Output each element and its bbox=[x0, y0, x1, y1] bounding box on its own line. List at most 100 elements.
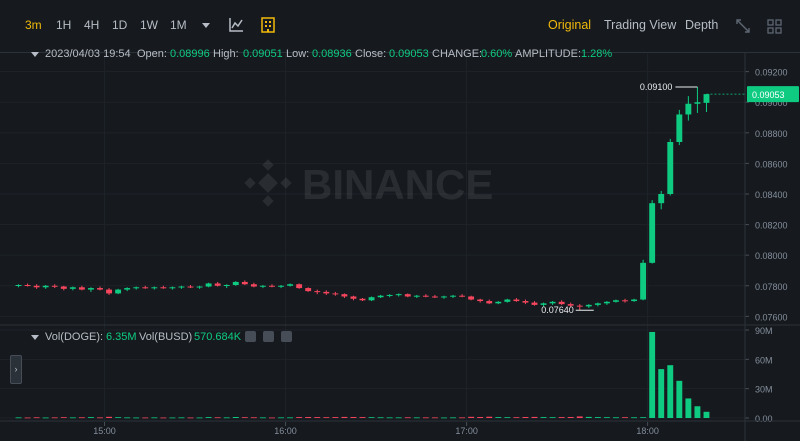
volume-bar bbox=[567, 417, 574, 418]
vol-busd-label: Vol(BUSD) bbox=[139, 331, 193, 343]
volume-bar bbox=[296, 417, 303, 418]
candle-body bbox=[115, 289, 122, 294]
collapse-info-icon[interactable] bbox=[31, 52, 39, 58]
price-axis-label: 0.07600 bbox=[755, 312, 788, 322]
time-axis-label: 15:00 bbox=[93, 426, 116, 436]
candle-body bbox=[459, 295, 466, 297]
volume-bar bbox=[33, 417, 40, 419]
volume-axis-label: 30M bbox=[755, 385, 773, 395]
volume-close-icon[interactable] bbox=[281, 331, 292, 342]
volume-bar bbox=[133, 417, 140, 419]
volume-bar bbox=[160, 417, 167, 419]
binance-logo-icon bbox=[244, 159, 292, 207]
low-label: Low: bbox=[286, 48, 310, 60]
volume-bar bbox=[97, 417, 103, 419]
price-axis-label: 0.07800 bbox=[755, 282, 788, 292]
collapse-volume-icon[interactable] bbox=[31, 335, 39, 341]
volume-bar bbox=[477, 417, 484, 418]
candle-body bbox=[413, 295, 420, 297]
volume-bar bbox=[413, 417, 420, 419]
volume-bar bbox=[151, 417, 158, 419]
volume-bar bbox=[124, 417, 131, 419]
candle-body bbox=[278, 285, 284, 287]
volume-bar bbox=[594, 417, 601, 418]
high-value: 0.09051 bbox=[243, 48, 283, 60]
candle-body bbox=[160, 287, 167, 289]
candle-body bbox=[142, 287, 149, 289]
volume-bar bbox=[459, 417, 466, 419]
volume-visibility-icon[interactable] bbox=[245, 331, 256, 342]
volume-bar bbox=[241, 417, 248, 419]
candle-body bbox=[640, 262, 647, 300]
volume-bar bbox=[142, 417, 149, 419]
chart-grid bbox=[0, 54, 745, 422]
volume-settings-icon[interactable] bbox=[263, 331, 274, 342]
change-value: 0.60% bbox=[481, 48, 513, 60]
volume-bar bbox=[223, 417, 230, 419]
price-axis-label: 0.08400 bbox=[755, 190, 788, 200]
candle-body bbox=[169, 287, 176, 289]
volume-bar bbox=[422, 417, 429, 419]
candle-body bbox=[359, 298, 366, 301]
candle-body bbox=[305, 288, 312, 292]
volume-bar bbox=[250, 417, 257, 419]
volume-axis-label: 90M bbox=[755, 326, 773, 336]
candle-body bbox=[269, 285, 275, 287]
candle-body bbox=[576, 305, 583, 307]
candle-body bbox=[341, 294, 348, 297]
volume-bar bbox=[187, 417, 194, 419]
expand-sidebar-icon[interactable]: › bbox=[10, 355, 22, 384]
volume-bar bbox=[685, 398, 692, 418]
volume-bar bbox=[314, 417, 321, 418]
volume-bar bbox=[287, 417, 294, 419]
candle-body bbox=[124, 288, 131, 290]
volume-bar bbox=[323, 417, 330, 419]
high-marker-label: 0.09100 bbox=[640, 82, 673, 92]
volume-bar bbox=[640, 417, 647, 419]
ohlc-info-bar: 2023/04/03 19:54 Open: 0.08996 High: 0.0… bbox=[0, 44, 745, 66]
volume-bar bbox=[377, 417, 384, 419]
candle-body bbox=[676, 114, 683, 142]
candle-body bbox=[69, 287, 76, 289]
candle-body bbox=[106, 289, 112, 294]
candlestick-chart[interactable]: BINANCE 0.092000.090000.088000.086000.08… bbox=[0, 0, 800, 441]
candle-body bbox=[287, 284, 294, 286]
candle-body bbox=[214, 283, 221, 286]
vol-busd-value: 570.684K bbox=[194, 331, 242, 343]
candle-body bbox=[450, 295, 456, 297]
volume-bar bbox=[106, 416, 112, 418]
candle-body bbox=[386, 294, 393, 296]
volume-bar bbox=[305, 417, 312, 418]
price-axis-label: 0.08600 bbox=[755, 159, 788, 169]
candle-body bbox=[613, 300, 619, 302]
volume-bar bbox=[576, 416, 583, 418]
candle-body bbox=[259, 285, 266, 287]
candle-body bbox=[404, 294, 411, 297]
volume-bar bbox=[585, 416, 592, 418]
candle-body bbox=[594, 303, 601, 305]
volume-bar bbox=[631, 417, 638, 419]
candle-body bbox=[205, 283, 212, 287]
time-axis-label: 16:00 bbox=[274, 426, 297, 436]
candle-body bbox=[51, 285, 58, 287]
volume-bar bbox=[558, 417, 565, 418]
candle-body bbox=[395, 294, 402, 296]
volume-bar bbox=[495, 417, 502, 418]
candle-body bbox=[649, 203, 656, 263]
volume-bar bbox=[522, 417, 529, 418]
volume-bar bbox=[513, 417, 520, 419]
candle-body bbox=[658, 194, 665, 204]
volume-bar bbox=[350, 417, 357, 418]
binance-watermark: BINANCE bbox=[244, 159, 493, 208]
price-axis-label: 0.08800 bbox=[755, 129, 788, 139]
volume-bar bbox=[332, 417, 339, 418]
candle-body bbox=[422, 295, 429, 297]
vol-doge-label: Vol(DOGE): bbox=[45, 331, 104, 343]
candle-body bbox=[42, 285, 49, 288]
candle-body bbox=[694, 102, 701, 104]
change-label: CHANGE: bbox=[432, 48, 483, 60]
volume-bar bbox=[395, 417, 402, 419]
candle-body bbox=[178, 286, 185, 288]
volume-bar bbox=[486, 416, 493, 418]
candle-body bbox=[667, 142, 674, 194]
